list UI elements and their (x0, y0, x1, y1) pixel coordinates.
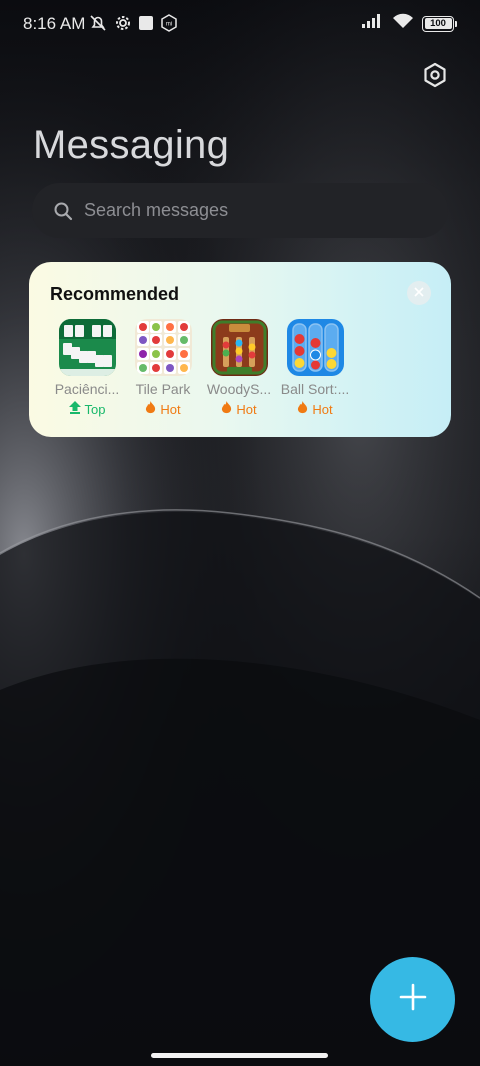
woody-sort-app-icon[interactable] (210, 319, 268, 376)
app-item[interactable]: Paciênci... Top (49, 319, 125, 417)
flame-icon (221, 401, 232, 417)
svg-text:mi: mi (166, 22, 172, 28)
ball-sort-app-icon[interactable] (286, 319, 344, 376)
tile-park-app-icon[interactable] (134, 319, 192, 376)
close-button[interactable] (407, 281, 431, 305)
solitaire-app-icon[interactable] (58, 319, 116, 376)
status-time: 8:16 AM (23, 14, 86, 33)
battery-icon: 100 (422, 15, 457, 32)
settings-button[interactable] (418, 60, 452, 94)
badge-label: Hot (160, 401, 181, 417)
recommended-title: Recommended (50, 284, 180, 304)
square-icon (138, 15, 154, 36)
close-icon (414, 284, 424, 302)
wifi-icon (392, 13, 414, 34)
badge-label: Top (84, 401, 106, 417)
flame-icon (297, 401, 308, 417)
battery-level: 100 (430, 18, 446, 29)
recommended-card: Recommended Paciênci... Top Tile Park Ho… (29, 262, 451, 437)
arrow-up-icon (68, 401, 81, 417)
search-input[interactable] (82, 199, 406, 222)
settings-icon (422, 62, 448, 93)
app-badge: Hot (145, 401, 181, 417)
new-message-button[interactable] (370, 957, 455, 1042)
mute-icon (88, 13, 108, 38)
app-badge: Hot (297, 401, 333, 417)
app-item[interactable]: Tile Park Hot (125, 319, 201, 417)
signal-icon (362, 13, 384, 34)
search-bar[interactable] (32, 183, 448, 238)
badge-label: Hot (312, 401, 333, 417)
mi-icon: mi (160, 14, 178, 37)
status-bar: 8:16 AM mi 100 (0, 0, 480, 48)
app-item[interactable]: WoodyS... Hot (201, 319, 277, 417)
settings-cog-icon (114, 14, 132, 37)
badge-label: Hot (236, 401, 257, 417)
status-system-icons: 100 (362, 13, 457, 34)
recommended-apps: Paciênci... Top Tile Park Hot WoodyS... … (49, 319, 353, 417)
status-notification-icons: mi (88, 13, 178, 38)
app-name: Ball Sort:... (280, 381, 350, 397)
search-icon (52, 200, 74, 222)
plus-icon (399, 983, 427, 1016)
app-badge: Top (68, 401, 106, 417)
flame-icon (145, 401, 156, 417)
app-name: Tile Park (135, 381, 191, 397)
page-title: Messaging (33, 123, 230, 167)
app-name: Paciênci... (54, 381, 120, 397)
app-badge: Hot (221, 401, 257, 417)
home-indicator[interactable] (151, 1053, 328, 1058)
app-item[interactable]: Ball Sort:... Hot (277, 319, 353, 417)
app-name: WoodyS... (206, 381, 272, 397)
